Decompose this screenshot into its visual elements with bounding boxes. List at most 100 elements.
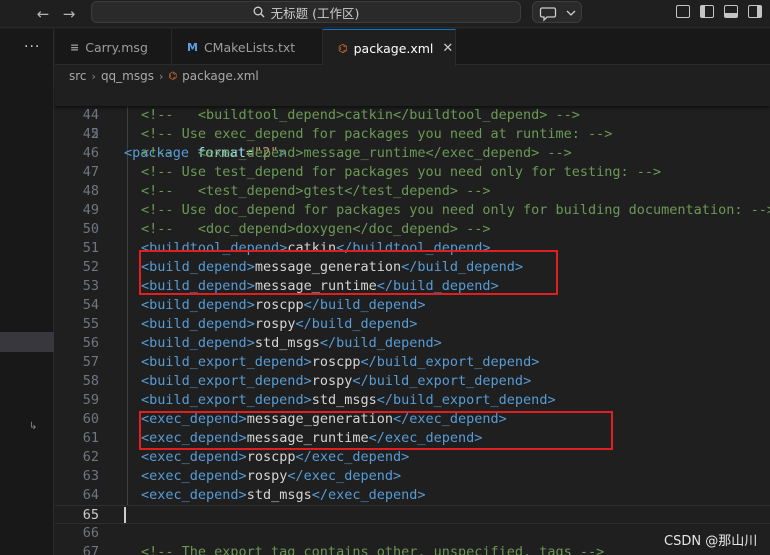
code-line[interactable]: 48 <!-- <test_depend>gtest</test_depend> … [55, 182, 770, 201]
tab-label: CMakeLists.txt [203, 39, 296, 55]
customize-layout-icon[interactable] [676, 5, 690, 18]
code-line[interactable]: 56 <build_depend>std_msgs</build_depend> [55, 334, 770, 353]
line-number: 66 [82, 525, 99, 541]
command-center[interactable]: 无标题 (工作区) [91, 1, 521, 23]
copilot-button[interactable] [532, 1, 582, 23]
code-text: <!-- <test_depend>gtest</test_depend> --… [141, 183, 491, 199]
line-number: 60 [82, 411, 99, 427]
code-text: <exec_depend>rospy</exec_depend> [141, 468, 402, 484]
code-line[interactable]: 64 <exec_depend>std_msgs</exec_depend> [55, 486, 770, 505]
toggle-secondary-sidebar-icon[interactable] [748, 5, 762, 18]
code-text: <!-- <exec_depend>message_runtime</exec_… [141, 145, 572, 161]
code-text: <!-- <buildtool_depend>catkin</buildtool… [141, 107, 580, 123]
xml-file-icon: ⌬ [338, 41, 348, 55]
sidebar-selected-item[interactable] [0, 332, 54, 352]
code-line[interactable]: 50 <!-- <doc_depend>doxygen</doc_depend> … [55, 220, 770, 239]
breadcrumb-folder[interactable]: qq_msgs [101, 69, 154, 83]
line-number: 63 [82, 468, 99, 484]
line-number: 58 [82, 373, 99, 389]
watermark: CSDN @那山川 [664, 534, 758, 549]
code-line[interactable]: 57 <build_export_depend>roscpp</build_exp… [55, 353, 770, 372]
code-text: <exec_depend>std_msgs</exec_depend> [141, 487, 426, 503]
line-number: 48 [82, 183, 99, 199]
toggle-primary-sidebar-icon[interactable] [700, 5, 714, 18]
sticky-scroll-line[interactable]: 2 <package format="2"> [55, 87, 770, 161]
line-number: 51 [82, 240, 99, 256]
tab-label: package.xml [353, 40, 434, 56]
code-line[interactable]: 63 <exec_depend>rospy</exec_depend> [55, 467, 770, 486]
more-actions-icon[interactable]: ··· [24, 39, 40, 55]
code-line[interactable]: 62 <exec_depend>roscpp</exec_depend> [55, 448, 770, 467]
line-number: 65 [82, 507, 99, 523]
code-line[interactable]: 44 <!-- <buildtool_depend>catkin</buildto… [55, 106, 770, 125]
file-text-icon: ≡ [70, 40, 80, 54]
forward-button[interactable]: → [59, 4, 79, 24]
highlight-box-build-depend [139, 250, 558, 295]
text-cursor [124, 507, 126, 523]
line-number: 62 [82, 449, 99, 465]
breadcrumb: src › qq_msgs › ⌬ package.xml [69, 67, 259, 85]
code-line[interactable]: 65 [55, 505, 770, 524]
line-number: 64 [82, 487, 99, 503]
cmake-file-icon: M [187, 40, 198, 54]
code-text: <build_depend>rospy</build_depend> [141, 316, 418, 332]
arrow-right-icon: → [62, 5, 76, 23]
line-number: 45 [82, 126, 99, 142]
command-center-label: 无标题 (工作区) [270, 5, 360, 21]
code-line[interactable]: 47 <!-- Use test_depend for packages you … [55, 163, 770, 182]
layout-controls [676, 5, 762, 18]
line-number: 55 [82, 316, 99, 332]
code-text: <build_export_depend>rospy</build_export… [141, 373, 532, 389]
code-line[interactable]: 55 <build_depend>rospy</build_depend> [55, 315, 770, 334]
close-icon[interactable]: ✕ [442, 41, 453, 56]
code-line[interactable]: 67 <!-- The export tag contains other, un… [55, 543, 770, 555]
breadcrumb-file[interactable]: package.xml [182, 69, 259, 83]
sidebar-indicator-icon: ↳ [29, 421, 38, 432]
code-text: <exec_depend>roscpp</exec_depend> [141, 449, 410, 465]
code-text: <build_depend>roscpp</build_depend> [141, 297, 426, 313]
code-line[interactable]: 46 <!-- <exec_depend>message_runtime</exe… [55, 144, 770, 163]
chevron-right-icon: › [158, 69, 164, 83]
line-number: 54 [82, 297, 99, 313]
line-number: 67 [82, 544, 99, 555]
editor-tabs: ≡ Carry.msg M CMakeLists.txt ⌬ package.x… [55, 29, 770, 66]
breadcrumb-src[interactable]: src [69, 69, 87, 83]
code-line[interactable]: 45 <!-- Use exec_depend for packages you … [55, 125, 770, 144]
copilot-chat-icon [539, 7, 576, 22]
highlight-box-exec-depend [139, 411, 613, 450]
code-text: <!-- The export tag contains other, unsp… [141, 544, 605, 555]
line-number: 57 [82, 354, 99, 370]
tab-carry-msg[interactable]: ≡ Carry.msg [55, 29, 172, 65]
code-line[interactable]: 58 <build_export_depend>rospy</build_expo… [55, 372, 770, 391]
code-line[interactable]: 59 <build_export_depend>std_msgs</build_e… [55, 391, 770, 410]
line-number: 59 [82, 392, 99, 408]
toggle-panel-icon[interactable] [724, 5, 738, 18]
arrow-left-icon: ← [36, 5, 50, 23]
tab-cmakelists[interactable]: M CMakeLists.txt [172, 29, 323, 65]
line-number: 49 [82, 202, 99, 218]
back-button[interactable]: ← [33, 4, 53, 24]
chevron-right-icon: › [91, 69, 96, 83]
code-text: <!-- Use doc_depend for packages you nee… [141, 202, 770, 218]
code-line[interactable]: 54 <build_depend>roscpp</build_depend> [55, 296, 770, 315]
tab-label: Carry.msg [85, 39, 148, 55]
code-text: <!-- Use test_depend for packages you ne… [141, 164, 662, 180]
tab-package-xml[interactable]: ⌬ package.xml ✕ [323, 29, 456, 66]
code-text: <!-- Use exec_depend for packages you ne… [141, 126, 613, 142]
code-text: <!-- <doc_depend>doxygen</doc_depend> --… [141, 221, 491, 237]
line-number: 50 [82, 221, 99, 237]
line-number: 61 [82, 430, 99, 446]
line-number: 56 [82, 335, 99, 351]
line-number: 47 [82, 164, 99, 180]
line-number: 44 [82, 107, 99, 123]
code-text: <build_export_depend>roscpp</build_expor… [141, 354, 540, 370]
line-number: 52 [82, 259, 99, 275]
code-line[interactable]: 66 [55, 524, 770, 543]
sidebar: ··· ↳ [0, 29, 54, 555]
code-text: <build_export_depend>std_msgs</build_exp… [141, 392, 556, 408]
code-text: <build_depend>std_msgs</build_depend> [141, 335, 442, 351]
code-editor[interactable]: 2 <package format="2"> 44 <!-- <buildtool… [55, 87, 770, 555]
title-bar: ← → 无标题 (工作区) [0, 0, 770, 28]
search-icon [253, 6, 265, 18]
code-line[interactable]: 49 <!-- Use doc_depend for packages you n… [55, 201, 770, 220]
